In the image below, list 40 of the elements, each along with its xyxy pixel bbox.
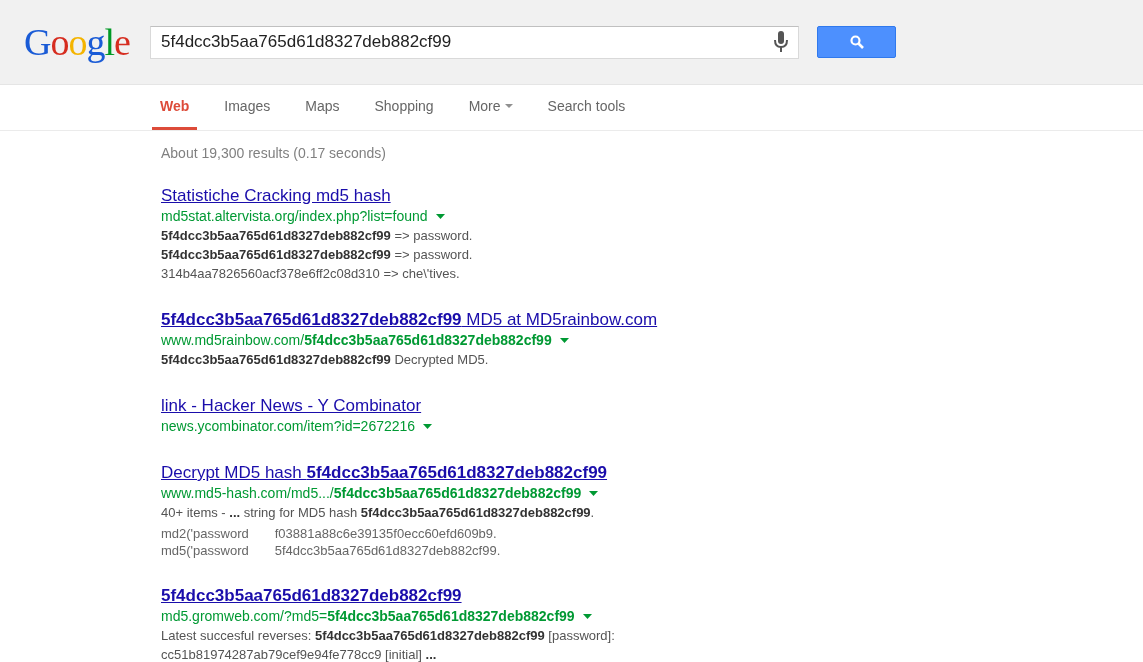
result-title-link[interactable]: link - Hacker News - Y Combinator <box>161 396 422 416</box>
table-cell-text: f03881a88c6e39135f0ecc60efd609b9. <box>274 525 498 542</box>
tab[interactable]: Web <box>152 85 198 130</box>
result-snippet: 5f4dcc3b5aa765d61d8327deb882cf99 => password. <box>161 246 473 264</box>
tab[interactable]: More <box>460 85 521 130</box>
result-url: md5stat.altervista.org/index.php?list=found <box>161 207 428 226</box>
result-title-link[interactable]: Statistiche Cracking md5 hash <box>161 186 391 206</box>
caret-icon[interactable] <box>559 337 569 343</box>
search-field[interactable]: 5f4dcc3b5aa765d61d8327deb882cf99 <box>161 29 774 55</box>
result-snippet: 40+ items - ... string for MD5 hash 5f4dcc3b5aa765d61d8327deb882cf99. <box>161 504 595 522</box>
caret-icon[interactable] <box>582 613 592 619</box>
tab[interactable]: Images <box>216 85 279 130</box>
result-snippet: 5f4dcc3b5aa765d61d8327deb882cf99 Decrypted MD5. <box>161 351 489 369</box>
result-url: news.ycombinator.com/item?id=2672216 <box>161 417 416 436</box>
table-cell: 5f4dcc3b5aa765d61d8327deb882cf99. <box>274 542 501 559</box>
tab[interactable]: Search tools <box>539 85 634 130</box>
result-url: www.md5rainbow.com/5f4dcc3b5aa765d61d8327deb882cf99 <box>161 331 552 350</box>
caret-icon[interactable] <box>423 423 433 429</box>
logo[interactable]: Google <box>24 23 138 61</box>
search-box[interactable]: 5f4dcc3b5aa765d61d8327deb882cf99 <box>150 25 799 59</box>
result-snippet: Latest succesful reverses: 5f4dcc3b5aa765d61d8327deb882cf99 [password]: <box>161 627 615 645</box>
microphone-icon[interactable] <box>774 31 788 53</box>
tab[interactable]: Maps <box>297 85 348 130</box>
caret-icon[interactable] <box>435 213 445 219</box>
search-button[interactable] <box>817 26 896 58</box>
result-snippet: cc51b81974287ab79cef9e94fe778cc9 [initial] ... <box>161 646 437 662</box>
result-title-link[interactable]: Decrypt MD5 hash 5f4dcc3b5aa765d61d8327deb882cf99 <box>161 463 608 483</box>
caret-icon[interactable] <box>589 490 599 496</box>
caret-icon <box>504 104 513 108</box>
result-title-link[interactable]: 5f4dcc3b5aa765d61d8327deb882cf99 <box>161 586 462 606</box>
result-snippet: 5f4dcc3b5aa765d61d8327deb882cf99 => password. <box>161 227 473 245</box>
search-icon <box>849 35 864 49</box>
result-title-link[interactable]: 5f4dcc3b5aa765d61d8327deb882cf99 MD5 at MD5rainbow.com <box>161 310 658 330</box>
result-url: www.md5-hash.com/md5.../5f4dcc3b5aa765d61d8327deb882cf99 <box>161 484 582 503</box>
table-cell: md2('password <box>161 525 249 542</box>
tab[interactable]: Shopping <box>366 85 442 130</box>
result-stats: About 19,300 results (0.17 seconds) <box>161 144 387 163</box>
result-url: md5.gromweb.com/?md5=5f4dcc3b5aa765d61d8327deb882cf99 <box>161 607 575 626</box>
result-snippet: 314b4aa7826560acf378e6ff2c08d310 => che\'tives. <box>161 265 460 283</box>
table-cell: md5('password <box>161 542 249 559</box>
